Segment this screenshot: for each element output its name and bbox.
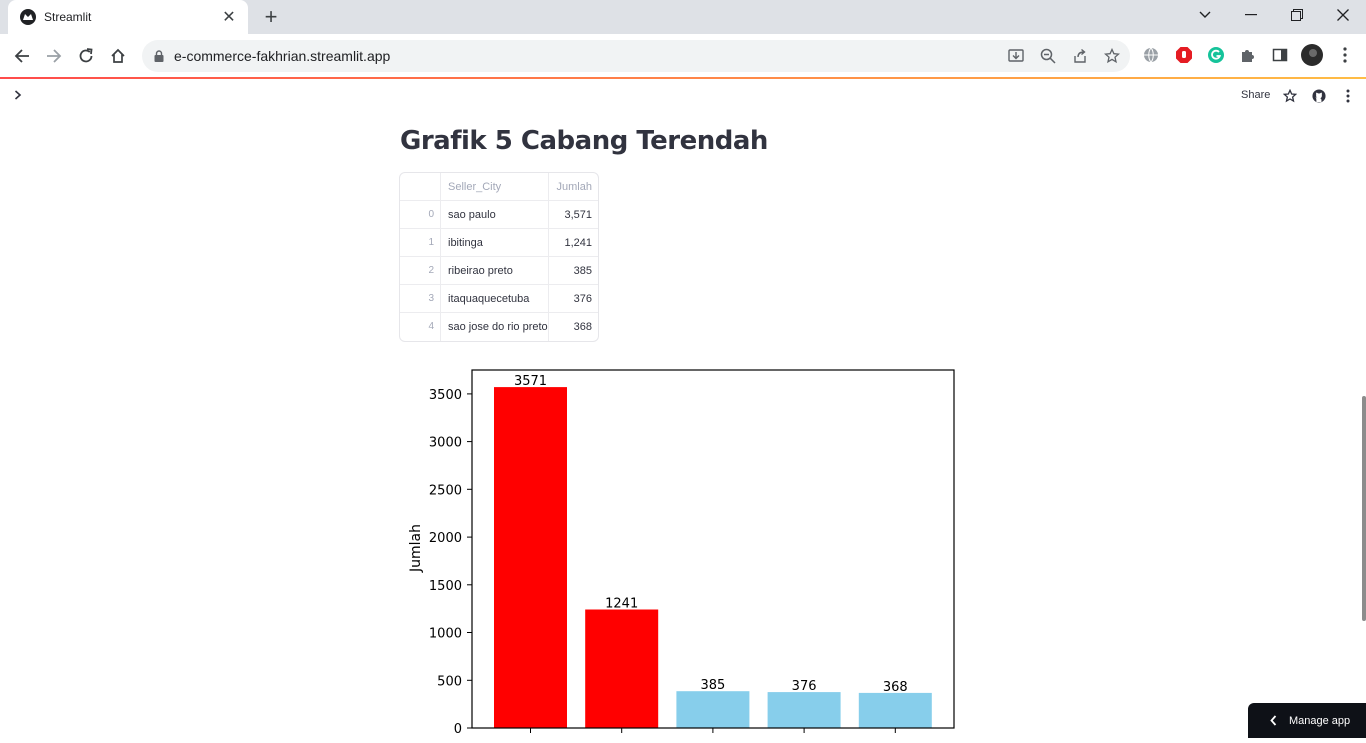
zoom-icon[interactable]	[1038, 46, 1058, 66]
row-index: 4	[400, 313, 441, 341]
bar-value-label: 368	[883, 680, 908, 695]
row-index: 2	[400, 257, 441, 285]
y-tick-label: 1500	[429, 579, 462, 594]
adblock-extension-icon[interactable]	[1173, 44, 1195, 66]
tab-close-icon[interactable]: ✕	[220, 7, 238, 27]
y-tick-label: 0	[454, 722, 462, 737]
table-row[interactable]: 1 ibitinga 1,241	[400, 229, 598, 257]
github-icon[interactable]	[1311, 88, 1327, 104]
forward-icon[interactable]	[40, 42, 68, 70]
grammarly-extension-icon[interactable]	[1205, 44, 1227, 66]
address-bar[interactable]: e-commerce-fakhrian.streamlit.app	[142, 40, 1130, 72]
bar	[494, 387, 567, 728]
y-tick-label: 2000	[429, 531, 462, 546]
bar-chart: 3571 1241 385 376 368 0 500 1000 1500 2000 2500 30…	[390, 358, 970, 738]
back-icon[interactable]	[8, 42, 36, 70]
minimize-icon[interactable]	[1228, 0, 1274, 30]
bar	[676, 691, 750, 728]
seller-city-cell[interactable]: ribeirao preto	[441, 257, 549, 285]
jumlah-cell[interactable]: 376	[549, 285, 598, 313]
table-row[interactable]: 4 sao jose do rio preto 368	[400, 313, 598, 341]
table-row[interactable]: 0 sao paulo 3,571	[400, 201, 598, 229]
browser-tab[interactable]: Streamlit ✕	[8, 0, 248, 34]
browser-tab-bar: Streamlit ✕ +	[0, 0, 1366, 34]
x-axis-ticks	[530, 728, 896, 733]
table-row[interactable]: 2 ribeirao preto 385	[400, 257, 598, 285]
profile-avatar[interactable]	[1301, 44, 1323, 66]
table-header-row: Seller_City Jumlah	[400, 173, 598, 201]
jumlah-cell[interactable]: 368	[549, 313, 598, 341]
row-index: 0	[400, 201, 441, 229]
page-scrollbar-thumb[interactable]	[1362, 396, 1366, 621]
browser-toolbar: e-commerce-fakhrian.streamlit.app	[0, 34, 1366, 78]
y-tick-label: 500	[437, 674, 462, 689]
sidebar-expand-chevron-icon[interactable]	[10, 87, 26, 103]
favorite-star-icon[interactable]	[1282, 88, 1298, 104]
row-index: 3	[400, 285, 441, 313]
table-header-jumlah[interactable]: Jumlah	[549, 173, 598, 201]
bar-chart-svg: 3571 1241 385 376 368 0 500 1000 1500 2000 2500 30…	[408, 369, 955, 737]
jumlah-cell[interactable]: 385	[549, 257, 598, 285]
bookmark-star-icon[interactable]	[1102, 46, 1122, 66]
reload-icon[interactable]	[72, 42, 100, 70]
bar-value-label: 3571	[514, 374, 547, 389]
table-header-seller-city[interactable]: Seller_City	[441, 173, 549, 201]
share-button[interactable]: Share	[1241, 89, 1270, 101]
y-axis-ticks: 0 500 1000 1500 2000 2500 3000 3500	[429, 388, 472, 737]
jumlah-cell[interactable]: 3,571	[549, 201, 598, 229]
share-page-icon[interactable]	[1070, 46, 1090, 66]
y-tick-label: 3000	[429, 436, 462, 451]
bar	[585, 609, 659, 728]
y-tick-label: 1000	[429, 627, 462, 642]
chrome-menu-icon[interactable]	[1334, 44, 1356, 66]
streamlit-favicon-icon	[20, 9, 36, 25]
url-text: e-commerce-fakhrian.streamlit.app	[174, 48, 391, 64]
y-tick-label: 2500	[429, 483, 462, 498]
y-axis-label: Jumlah	[408, 524, 424, 573]
side-panel-icon[interactable]	[1269, 44, 1291, 66]
bar-value-label: 385	[700, 678, 725, 693]
table-row[interactable]: 3 itaquaquecetuba 376	[400, 285, 598, 313]
tab-search-chevron-icon[interactable]	[1182, 0, 1228, 30]
restore-icon[interactable]	[1274, 0, 1320, 30]
new-tab-icon[interactable]: +	[258, 4, 284, 30]
streamlit-header: Share	[0, 79, 1366, 113]
install-app-icon[interactable]	[1006, 46, 1026, 66]
close-window-icon[interactable]	[1320, 0, 1366, 30]
globe-extension-icon[interactable]	[1140, 44, 1162, 66]
chevron-left-icon	[1270, 715, 1277, 726]
bar-value-label: 376	[792, 679, 817, 694]
page-title: Grafik 5 Cabang Terendah	[400, 126, 768, 156]
lock-icon	[154, 50, 164, 62]
y-tick-label: 3500	[429, 388, 462, 403]
seller-city-cell[interactable]: sao paulo	[441, 201, 549, 229]
manage-app-button[interactable]: Manage app	[1248, 703, 1366, 738]
dataframe-table[interactable]: Seller_City Jumlah 0 sao paulo 3,571 1 i…	[399, 172, 599, 342]
seller-city-cell[interactable]: ibitinga	[441, 229, 549, 257]
seller-city-cell[interactable]: itaquaquecetuba	[441, 285, 549, 313]
seller-city-cell[interactable]: sao jose do rio preto	[441, 313, 549, 341]
table-header-index	[400, 173, 441, 201]
bar-value-label: 1241	[605, 597, 638, 612]
tab-title: Streamlit	[44, 10, 92, 24]
home-icon[interactable]	[104, 42, 132, 70]
jumlah-cell[interactable]: 1,241	[549, 229, 598, 257]
manage-app-label: Manage app	[1289, 714, 1351, 727]
bar	[858, 692, 932, 728]
extensions-puzzle-icon[interactable]	[1237, 44, 1259, 66]
app-menu-icon[interactable]	[1340, 88, 1356, 104]
row-index: 1	[400, 229, 441, 257]
bar	[767, 692, 841, 728]
bar-group: 3571 1241 385 376 368	[494, 374, 932, 728]
